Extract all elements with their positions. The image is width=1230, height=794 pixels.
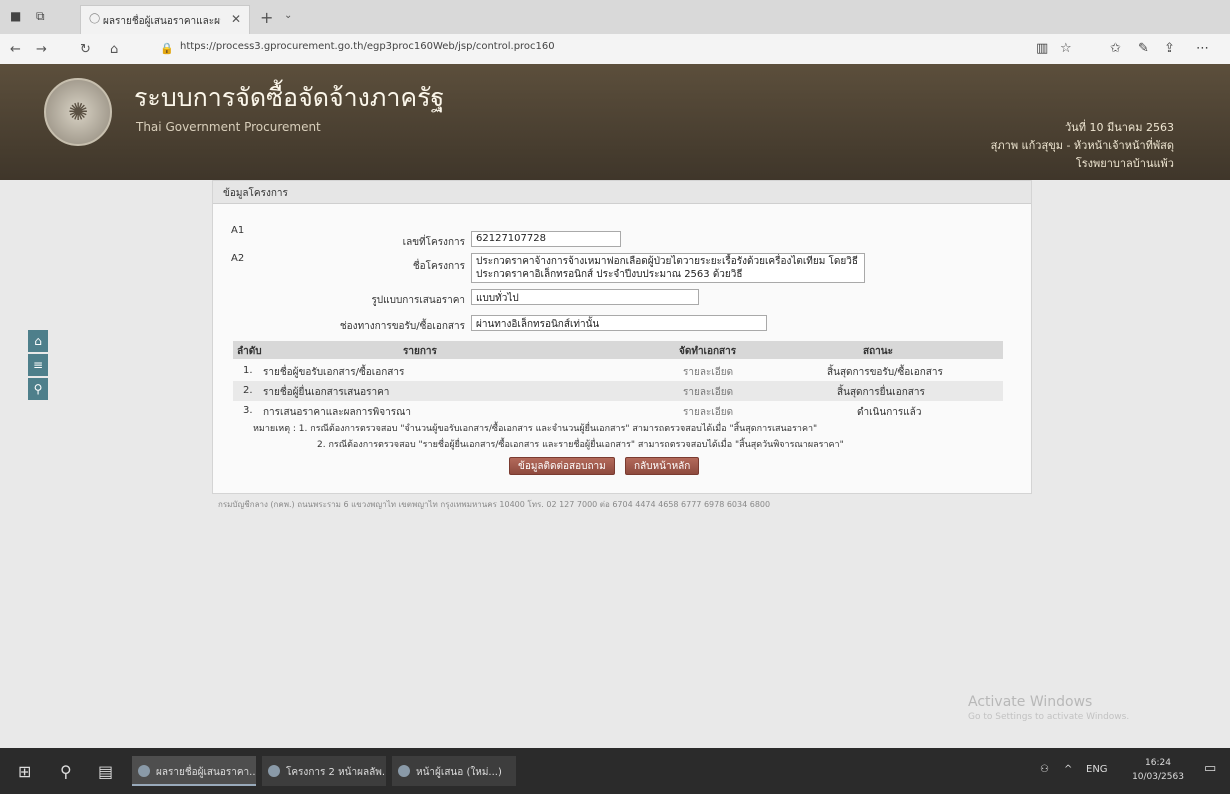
url-field[interactable]: https://process3.gprocurement.go.th/egp3… (180, 41, 780, 57)
bid-format-label: รูปแบบการเสนอราคา (371, 295, 465, 306)
project-no-label: เลขที่โครงการ (402, 237, 465, 248)
search-icon[interactable]: ⚲ (60, 762, 72, 781)
favorites-hub-icon[interactable]: ✩ (1110, 41, 1121, 56)
row-status: สิ้นสุดการยื่นเอกสาร (837, 387, 925, 398)
project-no-field[interactable]: 62127107728 (471, 231, 621, 247)
forward-icon[interactable]: → (36, 42, 47, 57)
row-number: 1. (243, 365, 253, 376)
col-status-header: สถานะ (863, 346, 893, 357)
address-bar: ← → ↻ ⌂ 🔒 https://process3.gprocurement.… (0, 34, 1230, 65)
home-icon[interactable]: ⌂ (110, 42, 118, 57)
tray-chevron-icon[interactable]: ^ (1064, 764, 1072, 775)
header-org: โรงพยาบาลบ้านแพ้ว (1075, 157, 1174, 170)
close-tab-icon[interactable]: ✕ (231, 12, 241, 26)
menu-icon[interactable]: ≡ (28, 354, 48, 376)
panel-title: ข้อมูลโครงการ (223, 188, 288, 199)
refresh-icon[interactable]: ↻ (80, 42, 91, 57)
lock-icon: 🔒 (160, 42, 174, 55)
document-icon (398, 765, 410, 777)
bid-format-field[interactable]: แบบทั่วไป (471, 289, 699, 305)
row-item: การเสนอราคาและผลการพิจารณา (263, 407, 411, 418)
taskbar-app-document[interactable]: หน้าผู้เสนอ (ใหม่...) (392, 756, 516, 786)
activate-windows-subtitle: Go to Settings to activate Windows. (968, 712, 1130, 722)
channel-label: ช่องทางการขอรับ/ซื้อเอกสาร (339, 321, 465, 332)
taskbar-app-label: โครงการ 2 หน้าผลลัพ... (286, 767, 386, 778)
taskbar-app-chrome[interactable]: โครงการ 2 หน้าผลลัพ... (262, 756, 386, 786)
header-user: สุภาพ แก้วสุขุม - หัวหน้าเจ้าหน้าที่พัสด… (990, 139, 1174, 152)
clock-date: 10/03/2563 (1132, 772, 1184, 782)
back-icon[interactable]: ← (10, 42, 21, 57)
note-line-1: หมายเหตุ : 1. กรณีต้องการตรวจสอบ "จำนวนผ… (253, 424, 818, 434)
browser-tab-active[interactable]: ◯ ผลรายชื่อผู้เสนอราคาและผล ✕ (80, 5, 250, 34)
row-number: 3. (243, 405, 253, 416)
activate-windows-title: Activate Windows (968, 694, 1093, 710)
project-name-field[interactable]: ประกวดราคาจ้างการจ้างเหมาฟอกเลือดผู้ป่วย… (471, 253, 865, 283)
row-label-a1: A1 (231, 225, 245, 236)
project-info-panel: ข้อมูลโครงการ A1 A2 เลขที่โครงการ 621271… (212, 180, 1032, 494)
more-icon[interactable]: ⋯ (1196, 41, 1209, 56)
col-doc-header: จัดทำเอกสาร (679, 346, 737, 357)
new-tab-icon[interactable]: + (260, 8, 273, 27)
page-favicon-icon: ◯ (89, 13, 101, 24)
row-number: 2. (243, 385, 253, 396)
side-toolbar: ⌂ ≡ ⚲ (28, 330, 48, 402)
table-row: 3. การเสนอราคาและผลการพิจารณา รายละเอียด… (233, 401, 1003, 421)
taskbar-clock[interactable]: 16:24 10/03/2563 (1128, 756, 1188, 784)
row-detail-link[interactable]: รายละเอียด (683, 405, 733, 420)
tab-actions-icon[interactable]: ⧉ (36, 9, 45, 24)
row-status: ดำเนินการแล้ว (857, 407, 922, 418)
row-item: รายชื่อผู้ขอรับเอกสาร/ซื้อเอกสาร (263, 367, 405, 378)
taskbar: ⊞ ⚲ ▤ ผลรายชื่อผู้เสนอราคา... โครงการ 2 … (0, 748, 1230, 794)
col-item-header: รายการ (403, 346, 437, 357)
col-no-header: ลำดับ (237, 346, 262, 357)
pen-icon[interactable]: ✎ (1138, 41, 1149, 56)
header-date: วันที่ 10 มีนาคม 2563 (1065, 121, 1174, 134)
table-header: ลำดับ รายการ จัดทำเอกสาร สถานะ (233, 341, 1003, 359)
contact-button[interactable]: ข้อมูลติดต่อสอบถาม (509, 457, 615, 475)
site-subtitle: Thai Government Procurement (136, 120, 321, 134)
row-status: สิ้นสุดการขอรับ/ซื้อเอกสาร (827, 367, 943, 378)
start-windows-icon[interactable]: ⊞ (18, 762, 31, 781)
chrome-icon (268, 765, 280, 777)
taskbar-app-label: หน้าผู้เสนอ (ใหม่...) (416, 767, 502, 778)
home-icon[interactable]: ⌂ (28, 330, 48, 352)
reading-view-icon[interactable]: ▥ (1036, 41, 1048, 56)
taskbar-app-edge[interactable]: ผลรายชื่อผู้เสนอราคา... (132, 756, 256, 786)
back-home-button[interactable]: กลับหน้าหลัก (625, 457, 700, 475)
tab-title: ผลรายชื่อผู้เสนอราคาและผล (103, 16, 221, 27)
site-footer: กรมบัญชีกลาง (กคพ.) ถนนพระราม 6 แขวงพญาไ… (218, 500, 771, 509)
table-row: 1. รายชื่อผู้ขอรับเอกสาร/ซื้อเอกสาร รายล… (233, 361, 1003, 381)
window-menu-icon[interactable]: ■ (10, 9, 21, 23)
row-detail-link[interactable]: รายละเอียด (683, 365, 733, 380)
channel-field[interactable]: ผ่านทางอิเล็กทรอนิกส์เท่านั้น (471, 315, 767, 331)
search-icon[interactable]: ⚲ (28, 378, 48, 400)
site-header: ✺ ระบบการจัดซื้อจัดจ้างภาครัฐ Thai Gover… (0, 64, 1230, 180)
file-explorer-icon[interactable]: ▤ (98, 762, 113, 781)
people-icon[interactable]: ⚇ (1040, 764, 1049, 775)
favorite-star-icon[interactable]: ☆ (1060, 41, 1072, 56)
clock-time: 16:24 (1145, 758, 1171, 768)
notification-icon[interactable]: ▭ (1204, 761, 1216, 776)
site-title: ระบบการจัดซื้อจัดจ้างภาครัฐ (134, 83, 445, 112)
language-indicator[interactable]: ENG (1086, 764, 1108, 775)
panel-header: ข้อมูลโครงการ (213, 181, 1031, 204)
garuda-emblem-icon: ✺ (44, 78, 112, 146)
browser-tab-strip: ■ ⧉ ◯ ผลรายชื่อผู้เสนอราคาและผล ✕ + ⌄ (0, 0, 1230, 34)
row-label-a2: A2 (231, 253, 245, 264)
table-row: 2. รายชื่อผู้ยื่นเอกสารเสนอราคา รายละเอี… (233, 381, 1003, 401)
row-item: รายชื่อผู้ยื่นเอกสารเสนอราคา (263, 387, 390, 398)
project-name-label: ชื่อโครงการ (412, 261, 465, 272)
edge-icon (138, 765, 150, 777)
note-line-2: 2. กรณีต้องการตรวจสอบ "รายชื่อผู้ยื่นเอก… (317, 440, 844, 450)
tab-dropdown-icon[interactable]: ⌄ (284, 10, 292, 21)
taskbar-app-label: ผลรายชื่อผู้เสนอราคา... (156, 767, 256, 778)
share-icon[interactable]: ⇪ (1164, 41, 1175, 56)
row-detail-link[interactable]: รายละเอียด (683, 385, 733, 400)
